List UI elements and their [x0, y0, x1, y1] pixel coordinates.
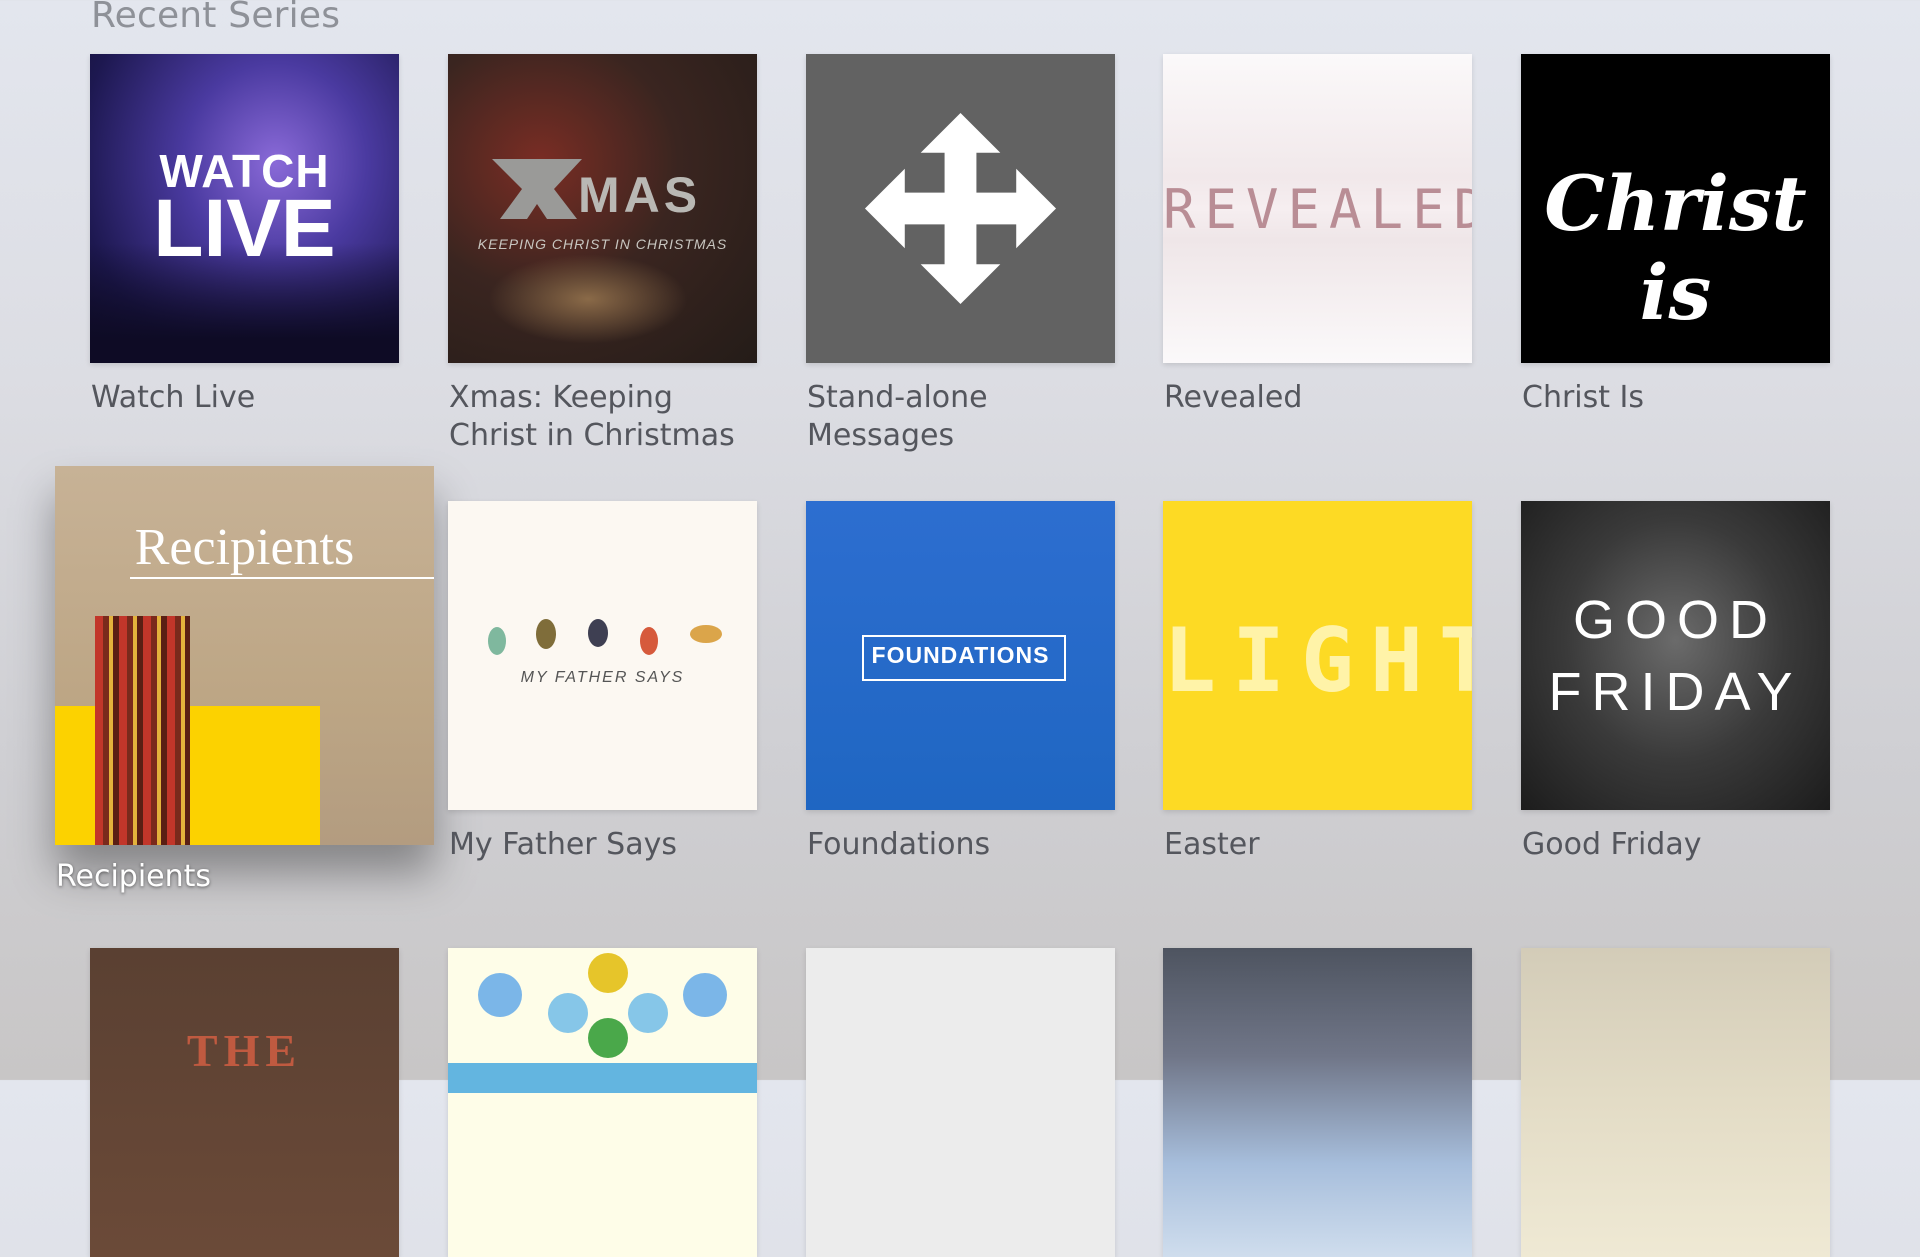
series-artwork: Christ is — [1521, 54, 1830, 363]
series-label: Xmas: Keeping Christ in Christmas — [449, 380, 735, 453]
series-artwork: LIGHT — [1163, 501, 1472, 810]
series-label: Revealed — [1164, 380, 1303, 415]
art-title: THE — [186, 1025, 303, 1076]
series-artwork: REVEALED — [1163, 54, 1472, 363]
art-line1: GOOD — [1572, 590, 1778, 650]
series-artwork: THE — [90, 948, 399, 1257]
series-label: Stand-alone Messages — [807, 380, 988, 453]
series-artwork: WATCH LIVE — [90, 54, 399, 363]
series-label: Watch Live — [91, 380, 256, 415]
art-title: MY FATHER SAYS — [520, 669, 685, 686]
art-title: MAS — [578, 167, 702, 223]
series-artwork — [1521, 948, 1830, 1257]
art-title: LIGHT — [1163, 609, 1472, 712]
series-artwork: MY FATHER SAYS — [448, 501, 757, 810]
art-title: REVEALED — [1163, 178, 1472, 241]
series-label: Recipients — [56, 859, 212, 894]
series-label: Foundations — [807, 827, 991, 862]
series-artwork: GOOD FRIDAY — [1521, 501, 1830, 810]
series-label: Good Friday — [1522, 827, 1702, 862]
art-title: FOUNDATIONS — [871, 642, 1050, 668]
series-label: My Father Says — [449, 827, 677, 862]
series-artwork — [806, 948, 1115, 1257]
art-line2: LIVE — [153, 183, 336, 274]
art-title: Recipients — [134, 519, 355, 576]
series-artwork: MAS KEEPING CHRIST IN CHRISTMAS — [448, 54, 757, 363]
series-artwork: Recipients — [55, 466, 434, 845]
series-artwork: FOUNDATIONS — [806, 501, 1115, 810]
series-artwork — [448, 948, 757, 1257]
series-artwork — [806, 54, 1115, 363]
series-label: Christ Is — [1522, 380, 1645, 415]
gift-ribbon — [95, 616, 190, 845]
art-title: Christ is — [1544, 159, 1807, 337]
art-line2: FRIDAY — [1548, 662, 1803, 722]
art-subtitle: KEEPING CHRIST IN CHRISTMAS — [477, 236, 728, 252]
move-arrows-icon — [864, 112, 1057, 305]
series-label: Easter — [1164, 827, 1260, 862]
xmas-x-mark — [492, 159, 582, 219]
section-title: Recent Series — [91, 0, 341, 36]
series-artwork — [1163, 948, 1472, 1257]
